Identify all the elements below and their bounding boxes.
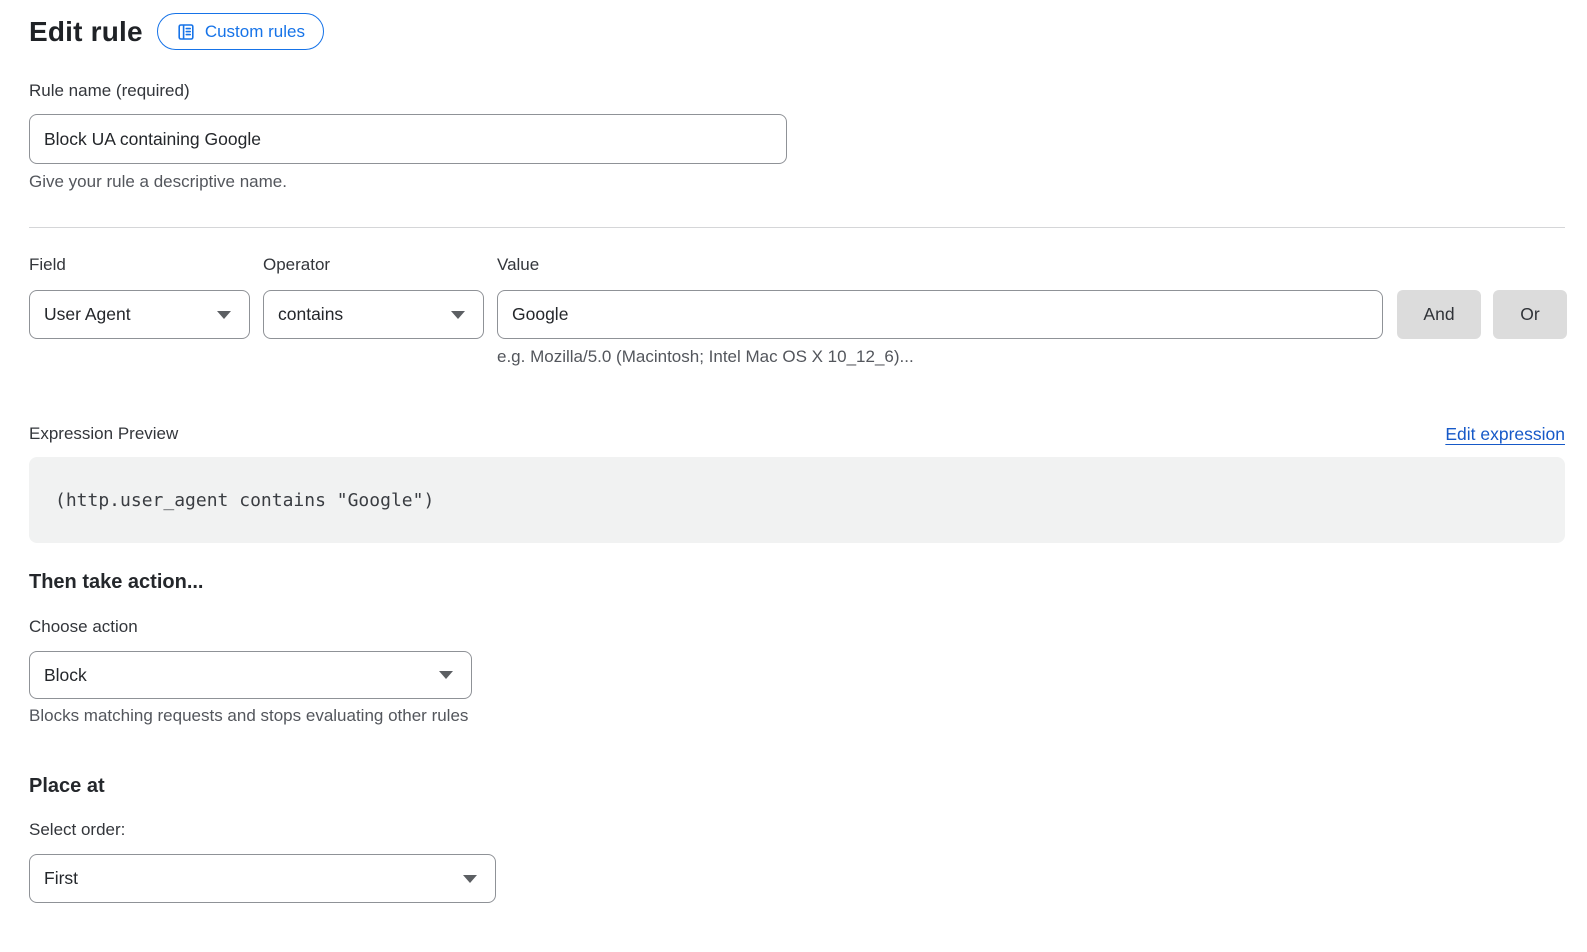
place-at-heading: Place at	[29, 775, 105, 798]
action-help: Blocks matching requests and stops evalu…	[29, 706, 468, 726]
or-button[interactable]: Or	[1493, 290, 1567, 339]
chevron-down-icon	[439, 671, 453, 679]
field-select[interactable]: User Agent	[29, 290, 250, 339]
expression-preview-label: Expression Preview	[29, 424, 178, 444]
choose-action-label: Choose action	[29, 617, 138, 637]
chevron-down-icon	[463, 875, 477, 883]
value-label: Value	[497, 255, 539, 275]
operator-select-value: contains	[278, 304, 343, 325]
field-label: Field	[29, 255, 66, 275]
page-header: Edit rule Custom rules	[29, 13, 324, 50]
expression-preview-box: (http.user_agent contains "Google")	[29, 457, 1565, 543]
field-select-value: User Agent	[44, 304, 131, 325]
action-select[interactable]: Block	[29, 651, 472, 699]
value-input[interactable]	[497, 290, 1383, 339]
section-divider	[29, 227, 1565, 228]
order-select-value: First	[44, 868, 78, 889]
rule-name-help: Give your rule a descriptive name.	[29, 172, 287, 192]
page-title: Edit rule	[29, 16, 143, 48]
operator-select[interactable]: contains	[263, 290, 484, 339]
select-order-label: Select order:	[29, 820, 125, 840]
rule-name-input[interactable]	[29, 114, 787, 164]
book-icon	[176, 22, 196, 42]
expression-code: (http.user_agent contains "Google")	[55, 490, 434, 511]
action-select-value: Block	[44, 665, 87, 686]
action-section-heading: Then take action...	[29, 571, 203, 594]
chevron-down-icon	[451, 311, 465, 319]
custom-rules-label: Custom rules	[205, 22, 305, 42]
edit-expression-link[interactable]: Edit expression	[1445, 424, 1565, 445]
and-button[interactable]: And	[1397, 290, 1481, 339]
rule-name-label: Rule name (required)	[29, 81, 190, 101]
chevron-down-icon	[217, 311, 231, 319]
order-select[interactable]: First	[29, 854, 496, 903]
value-help: e.g. Mozilla/5.0 (Macintosh; Intel Mac O…	[497, 347, 914, 367]
custom-rules-button[interactable]: Custom rules	[157, 13, 324, 50]
operator-label: Operator	[263, 255, 330, 275]
edit-rule-page: Edit rule Custom rules Rule name (requir…	[0, 0, 1587, 952]
